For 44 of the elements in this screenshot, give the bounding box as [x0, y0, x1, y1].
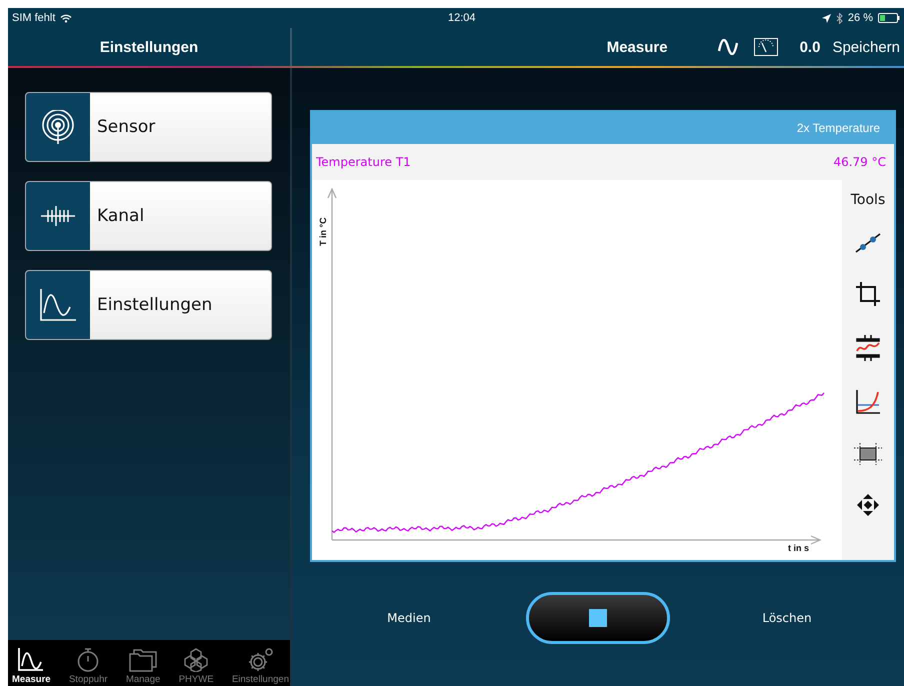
bluetooth-icon — [836, 12, 843, 24]
stop-button[interactable] — [526, 592, 670, 644]
wifi-icon — [60, 14, 72, 22]
wave-icon[interactable] — [718, 39, 738, 55]
folder-icon — [129, 648, 158, 672]
media-button[interactable]: Medien — [387, 611, 431, 625]
tab[interactable]: Einstellungen — [232, 640, 289, 686]
chart-icon — [40, 289, 76, 321]
tab[interactable]: Manage — [126, 640, 160, 686]
clock-text: 12:04 — [448, 12, 476, 24]
tab[interactable]: Stoppuhr — [68, 640, 108, 686]
chart-title: 2x Temperature — [796, 121, 880, 135]
selection-icon[interactable] — [854, 443, 882, 465]
channel-icon — [41, 204, 75, 228]
move-icon[interactable] — [857, 494, 879, 516]
line-fit-icon[interactable] — [855, 233, 881, 253]
battery-icon — [878, 13, 900, 23]
channel-name: Temperature T1 — [316, 155, 411, 169]
settings-icon — [246, 648, 274, 672]
channel-reading: 46.79 °C — [833, 155, 886, 169]
y-axis-label: T in °C — [318, 217, 328, 246]
menu-item[interactable]: Kanal — [25, 181, 272, 251]
filter-icon[interactable] — [856, 335, 880, 361]
menu-item[interactable]: Einstellungen — [25, 270, 272, 340]
carrier-text: SIM fehlt — [12, 12, 56, 24]
gauge-icon[interactable] — [754, 38, 778, 56]
value-text: 0.0 — [800, 38, 820, 56]
battery-text: 26 % — [848, 12, 873, 24]
x-axis-label: t in s — [788, 543, 810, 553]
location-icon — [822, 14, 831, 22]
stopwatch-icon — [76, 648, 100, 672]
tab[interactable]: Measure — [12, 640, 51, 686]
delete-button[interactable]: Löschen — [762, 611, 812, 625]
menu-item[interactable]: Sensor — [25, 92, 272, 162]
curve-fit-icon[interactable] — [856, 390, 880, 414]
hexagon-cluster-icon — [183, 648, 210, 672]
sidebar-title: Einstellungen — [100, 38, 198, 56]
tab[interactable]: PHYWE — [178, 640, 214, 686]
tools-title: Tools — [850, 192, 886, 208]
crop-icon[interactable] — [856, 282, 880, 306]
chart-icon — [17, 648, 46, 672]
save-button[interactable]: Speichern — [832, 38, 900, 56]
screen-title: Measure — [606, 38, 668, 56]
antenna-icon — [41, 110, 75, 144]
